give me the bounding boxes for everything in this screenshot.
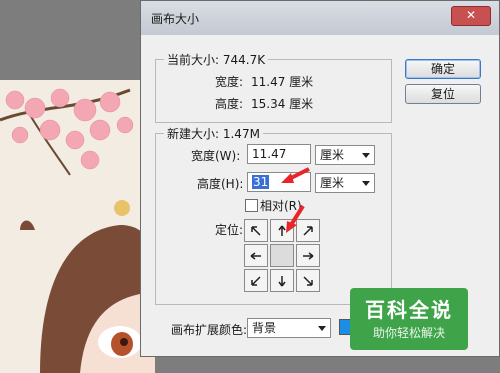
ok-button-label: 确定	[430, 62, 455, 76]
chevron-down-icon	[318, 326, 326, 331]
extension-color-label: 画布扩展颜色:	[171, 323, 248, 337]
annotation-arrow-anchor	[289, 204, 305, 227]
background-illustration	[0, 80, 155, 373]
extension-color-select[interactable]: 背景	[247, 318, 331, 338]
watermark-subtitle: 助你轻松解决	[372, 326, 445, 340]
reset-button-label: 复位	[430, 87, 455, 101]
watermark-logo: 百科全说 助你轻松解决	[350, 288, 468, 350]
watermark-title: 百科全说	[365, 298, 453, 322]
annotation-arrowhead-anchor	[286, 221, 297, 233]
extension-color-value: 背景	[252, 321, 277, 335]
illustration-art	[0, 80, 155, 373]
ok-button[interactable]: 确定	[405, 59, 481, 79]
annotation-arrowhead-height	[281, 173, 294, 183]
reset-button[interactable]: 复位	[405, 84, 481, 104]
